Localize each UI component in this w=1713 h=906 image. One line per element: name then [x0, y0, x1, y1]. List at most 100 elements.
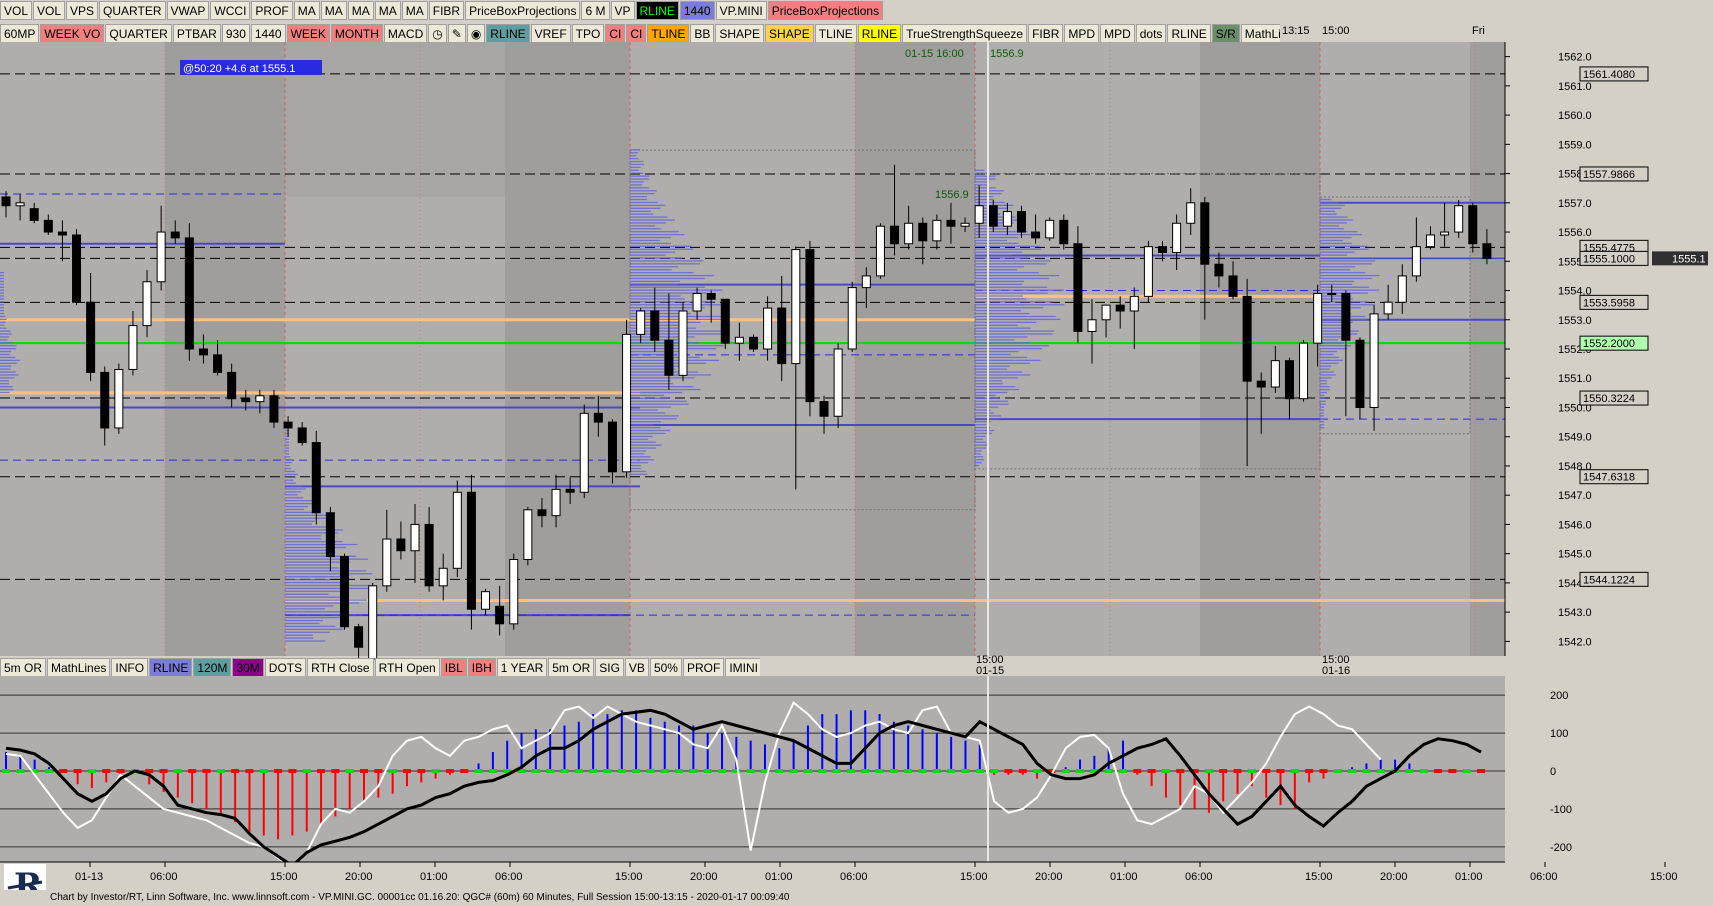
toolbar_bottom-button-7[interactable]: RTH Close [307, 658, 374, 677]
candle-body-6 [86, 301, 96, 373]
osc-zero-dot-82 [1176, 769, 1185, 773]
price-chart[interactable]: 1542.01543.01544.01545.01546.01547.01548… [0, 0, 1713, 676]
osc-zero-dot-58 [832, 769, 841, 773]
osc-zero-dot-15 [216, 769, 225, 773]
candle-body-47 [664, 339, 674, 376]
osc-zero-dot-99 [1419, 769, 1428, 773]
session-date-2: 01-16 [1322, 665, 1350, 676]
candle-body-18 [255, 395, 265, 403]
osc-zero-dot-87 [1247, 769, 1256, 773]
candle-body-15 [213, 354, 223, 373]
osc-zero-dot-39 [560, 769, 569, 773]
candle-body-44 [622, 333, 632, 473]
osc-zero-dot-45 [646, 769, 655, 773]
osc-zero-dot-33 [474, 769, 483, 773]
candle-body-36 [509, 559, 519, 625]
candle-body-63 [890, 225, 900, 245]
candle-51 [720, 298, 730, 349]
candle-body-64 [904, 222, 914, 245]
candle-body-85 [1200, 202, 1210, 265]
candle-body-69 [974, 205, 984, 224]
osc-zero-dot-50 [718, 769, 727, 773]
candle-body-49 [692, 292, 702, 312]
candle-body-29 [410, 523, 420, 552]
osc-zero-dot-12 [173, 769, 182, 773]
osc-zero-dot-80 [1147, 769, 1156, 773]
toolbar_bottom-button-11[interactable]: 1 YEAR [496, 658, 548, 677]
candle-body-66 [932, 219, 942, 242]
candle-body-51 [720, 298, 730, 344]
candle-body-83 [1172, 222, 1182, 254]
toolbar_bottom-button-1[interactable]: MathLines [47, 658, 111, 677]
candle-body-104 [1468, 205, 1478, 245]
candle-body-52 [734, 336, 744, 344]
time-tick-label-7: 20:00 [690, 871, 718, 883]
osc-zero-dot-43 [617, 769, 626, 773]
candle-53 [749, 334, 758, 352]
candle-body-21 [297, 427, 307, 444]
toolbar_bottom-button-6[interactable]: DOTS [264, 658, 307, 677]
candle-body-0 [1, 196, 11, 207]
osc-zero-dot-38 [546, 769, 555, 773]
osc-tick-label-3: -100 [1550, 804, 1572, 816]
candle-body-53 [749, 336, 758, 350]
toolbar_bottom-button-9[interactable]: IBL [440, 658, 467, 677]
osc-zero-dot-93 [1333, 769, 1342, 773]
candle-body-86 [1214, 263, 1224, 277]
candle-59 [833, 343, 843, 428]
time-tick-label-9: 06:00 [840, 871, 868, 883]
toolbar_bottom-button-0[interactable]: 5m OR [0, 658, 47, 677]
toolbar_bottom-button-8[interactable]: RTH Open [374, 658, 440, 677]
osc-zero-dot-61 [875, 769, 884, 773]
price-label-1: 1557.9866 [1583, 169, 1635, 181]
toolbar_bottom-button-15[interactable]: 50% [649, 658, 682, 677]
candle-body-24 [339, 556, 349, 628]
candle-body-45 [636, 310, 646, 335]
osc-tick-label-2: 0 [1550, 766, 1556, 778]
time-tick-label-4: 01:00 [420, 871, 448, 883]
osc-zero-dot-41 [589, 769, 598, 773]
osc-zero-dot-30 [431, 769, 440, 773]
candle-body-1 [15, 202, 25, 207]
time-tick-label-13: 06:00 [1185, 871, 1213, 883]
toolbar_bottom-button-14[interactable]: VB [624, 658, 649, 677]
toolbar_bottom-button-13[interactable]: SIG [595, 658, 624, 677]
candle-body-54 [763, 307, 773, 350]
top-time-label: 01-15 16:00 [905, 48, 964, 60]
candle-24 [339, 553, 349, 630]
osc-zero-dot-3 [44, 769, 53, 773]
price-tick-label-1: 1543.0 [1558, 607, 1592, 619]
toolbar_bottom-button-3[interactable]: RLINE [149, 658, 193, 677]
candle-body-77 [1087, 319, 1097, 332]
osc-zero-dot-46 [660, 769, 669, 773]
toolbar_bottom-button-4[interactable]: 120M [193, 658, 232, 677]
candle-body-105 [1482, 243, 1492, 259]
candle-body-9 [128, 325, 138, 370]
osc-zero-dot-23 [331, 769, 340, 773]
cursor-info-label: @50:20 +4.6 at 1555.1 [183, 63, 295, 75]
candle-body-65 [918, 222, 928, 242]
candle-44 [622, 319, 632, 478]
candle-body-38 [537, 509, 547, 517]
candle-96 [1355, 337, 1365, 420]
toolbar_bottom-button-16[interactable]: PROF [682, 658, 725, 677]
candle-92 [1299, 340, 1309, 402]
toolbar_bottom-button-17[interactable]: IMINI [725, 658, 760, 677]
candle-body-33 [466, 491, 476, 610]
candle-body-40 [565, 488, 575, 493]
oscillator-panel[interactable]: 200 100 0 -100 -200 01-13 06:00 15:00 20:00 01:00… [0, 676, 1713, 890]
osc-zero-dot-91 [1305, 769, 1314, 773]
toolbar_bottom-button-5[interactable]: 30M [232, 658, 264, 677]
session-shade-2 [855, 42, 975, 656]
toolbar_bottom-button-2[interactable]: INFO [111, 658, 149, 677]
candle-body-4 [57, 231, 67, 236]
price-tick-label-17: 1559.0 [1558, 139, 1592, 151]
session-shade-1 [505, 42, 630, 656]
time-tick-label-0: 01-13 [75, 871, 103, 883]
toolbar_bottom-button-10[interactable]: IBH [467, 658, 496, 677]
osc-zero-dot-16 [231, 769, 240, 773]
candle-60 [847, 281, 857, 352]
price-tick-label-7: 1549.0 [1558, 432, 1592, 444]
toolbar_bottom-button-12[interactable]: 5m OR [548, 658, 595, 677]
osc-zero-dot-56 [803, 769, 812, 773]
